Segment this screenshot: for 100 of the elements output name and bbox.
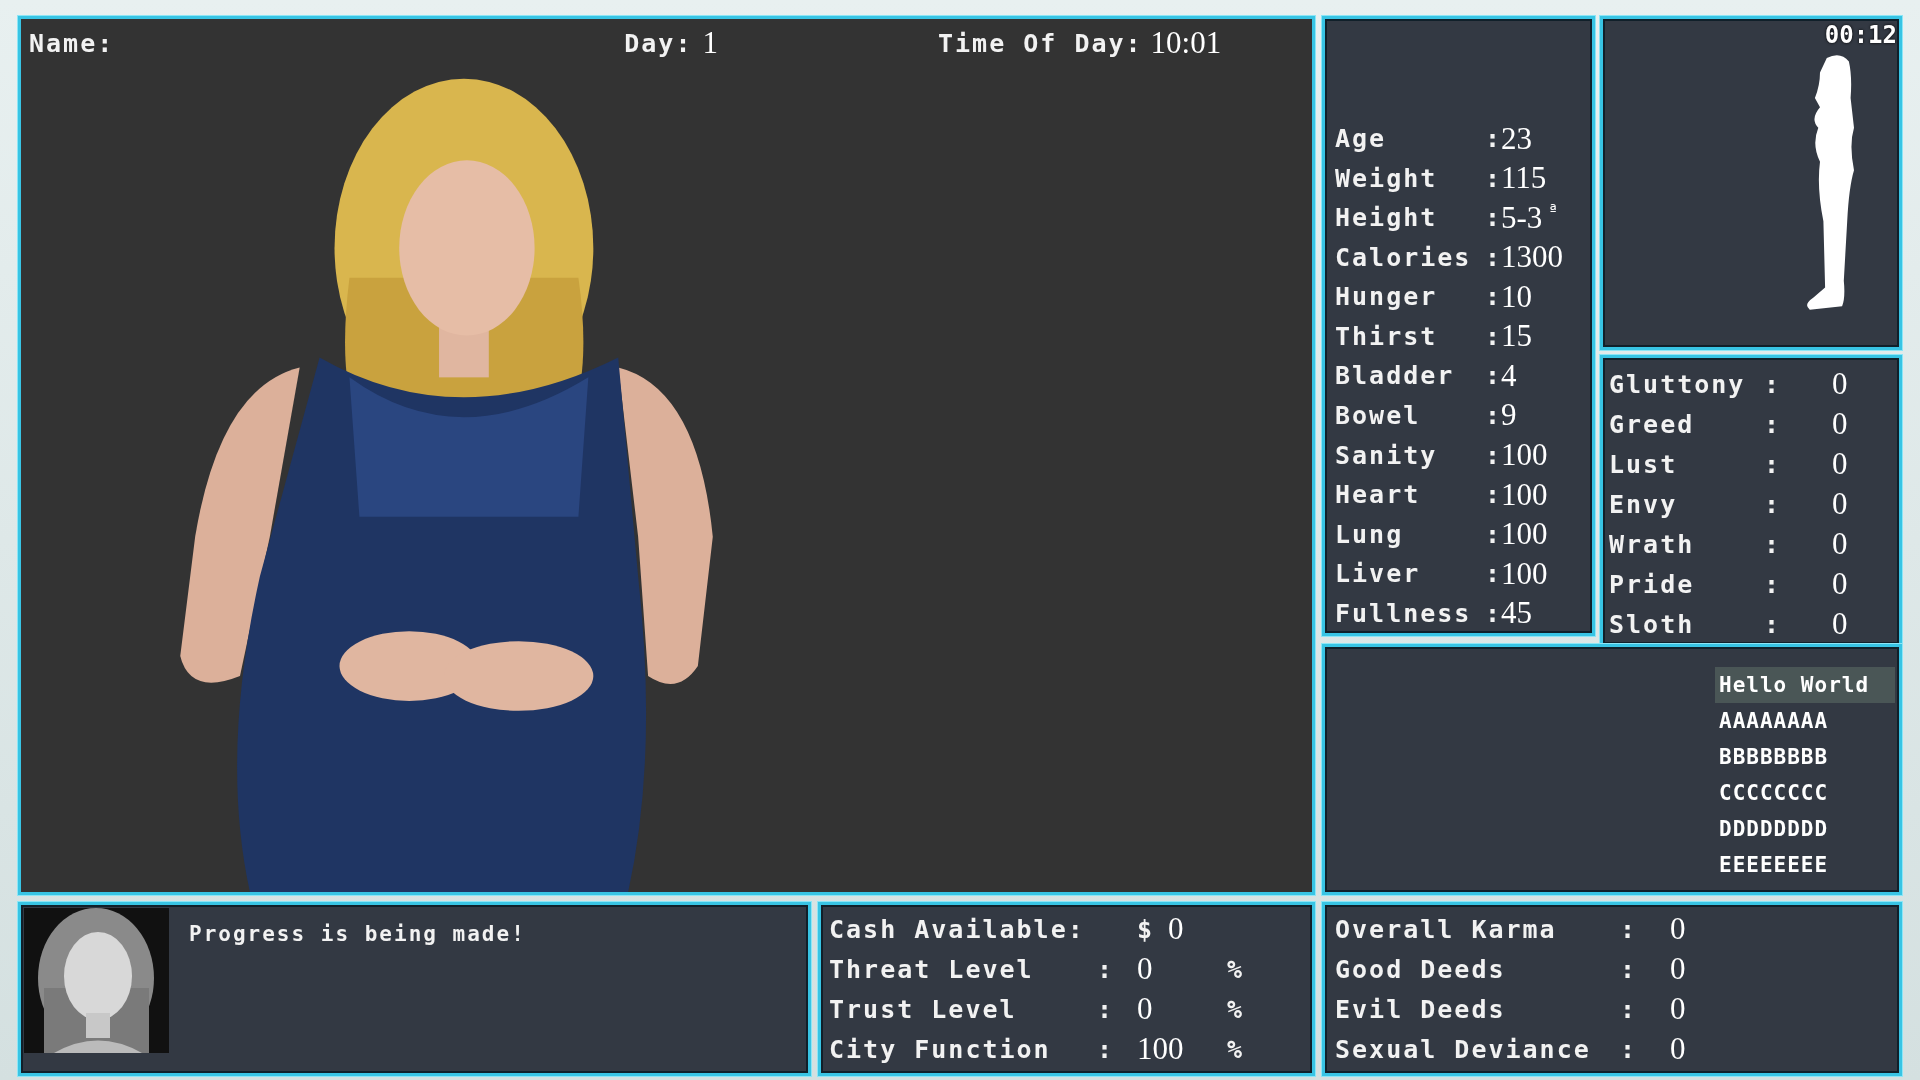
karma-separator: : (1620, 914, 1639, 944)
stat-value: 100 (1501, 437, 1548, 473)
city-label: Cash Available: (829, 914, 1086, 944)
sin-value: 0 (1832, 486, 1848, 522)
stat-value: 9 (1501, 397, 1517, 434)
stat-label: Weight (1335, 163, 1439, 193)
karma-value: 0 (1670, 911, 1687, 947)
stat-label: Bladder (1335, 361, 1456, 391)
karma-label: Good Deeds (1335, 954, 1507, 984)
list-item[interactable]: CCCCCCCC (1715, 775, 1895, 811)
sin-label: Envy (1609, 489, 1679, 519)
stat-value: 10 (1501, 278, 1532, 315)
name-label: Name: (29, 28, 115, 58)
stat-separator: : (1485, 282, 1501, 312)
city-separator: : (1097, 1034, 1116, 1064)
stat-value: 5-3 (1501, 199, 1543, 236)
city-value: 0 (1168, 911, 1184, 947)
stat-label: Thirst (1335, 321, 1439, 351)
list-item[interactable]: Hello World (1715, 667, 1895, 703)
stat-separator: : (1485, 598, 1501, 628)
stat-separator: : (1485, 401, 1501, 430)
sin-separator: : (1764, 449, 1781, 479)
day-label: Day: (624, 28, 693, 58)
clock-text: 00:12 (1824, 21, 1897, 49)
stat-label: Calories (1335, 242, 1473, 272)
sin-value: 0 (1832, 606, 1848, 642)
stat-label: Hunger (1335, 282, 1439, 312)
sin-value: 0 (1832, 526, 1848, 562)
stat-value: 45 (1501, 595, 1532, 632)
city-label: Trust Level (829, 994, 1018, 1024)
stat-label: Fullness (1335, 598, 1473, 628)
stat-value: 100 (1501, 476, 1548, 513)
stat-separator: : (1485, 440, 1501, 470)
stat-value: 4 (1501, 357, 1517, 394)
stat-separator: : (1485, 203, 1501, 233)
day-value: 1 (702, 25, 718, 61)
list-item[interactable]: BBBBBBBB (1715, 739, 1895, 775)
percent-sign: % (1227, 1034, 1246, 1064)
time-label: Time Of Day: (938, 28, 1143, 58)
city-label: City Function (829, 1034, 1052, 1064)
sin-value: 0 (1832, 566, 1848, 602)
stat-value: 1300 (1501, 239, 1563, 276)
sin-label: Lust (1609, 449, 1679, 479)
karma-label: Sexual Deviance (1335, 1034, 1592, 1064)
sin-separator: : (1764, 529, 1781, 559)
percent-sign: % (1227, 954, 1246, 984)
sin-value: 0 (1832, 406, 1848, 442)
sin-separator: : (1764, 609, 1781, 639)
stat-separator: : (1485, 519, 1501, 549)
message-text: Progress is being made! (189, 922, 526, 946)
stat-value: 15 (1501, 318, 1532, 355)
city-value: 100 (1137, 1031, 1184, 1067)
city-separator: : (1097, 994, 1116, 1024)
list-item[interactable]: DDDDDDDD (1715, 811, 1895, 847)
sin-label: Greed (1609, 409, 1696, 439)
sin-separator: : (1764, 409, 1781, 439)
stat-label: Sanity (1335, 440, 1439, 470)
sin-label: Gluttony (1609, 369, 1747, 399)
stat-value: 100 (1501, 516, 1548, 553)
currency-sign: $ (1137, 914, 1155, 944)
karma-value: 0 (1670, 991, 1687, 1027)
stat-label: Height (1335, 203, 1439, 233)
stat-separator: : (1485, 163, 1501, 193)
sin-separator: : (1764, 569, 1781, 599)
stat-label: Lung (1335, 519, 1405, 549)
stat-separator: : (1485, 361, 1501, 391)
stat-separator: : (1485, 124, 1501, 154)
karma-separator: : (1620, 994, 1639, 1024)
stat-separator: : (1485, 559, 1501, 589)
stat-value: 23 (1501, 120, 1532, 157)
sin-separator: : (1764, 369, 1781, 399)
list-item[interactable]: AAAAAAAA (1715, 703, 1895, 739)
karma-label: Overall Karma (1335, 914, 1558, 944)
stat-unit: ª (1548, 200, 1558, 220)
city-separator: : (1097, 954, 1116, 984)
sin-separator: : (1764, 489, 1781, 519)
city-value: 0 (1137, 951, 1153, 987)
stat-label: Heart (1335, 480, 1422, 510)
city-label: Threat Level (829, 954, 1035, 984)
sin-value: 0 (1832, 366, 1848, 402)
karma-separator: : (1620, 1034, 1639, 1064)
stat-separator: : (1485, 242, 1501, 272)
stat-label: Bowel (1335, 401, 1422, 430)
sin-value: 0 (1832, 446, 1848, 482)
karma-value: 0 (1670, 1031, 1687, 1067)
karma-separator: : (1620, 954, 1639, 984)
karma-label: Evil Deeds (1335, 994, 1507, 1024)
list-item[interactable]: EEEEEEEE (1715, 847, 1895, 883)
city-value: 0 (1137, 991, 1153, 1027)
stat-label: Liver (1335, 559, 1422, 589)
sin-label: Wrath (1609, 529, 1696, 559)
time-value: 10:01 (1150, 25, 1222, 61)
sin-label: Pride (1609, 569, 1696, 599)
sin-label: Sloth (1609, 609, 1696, 639)
karma-value: 0 (1670, 951, 1687, 987)
stat-label: Age (1335, 124, 1388, 154)
percent-sign: % (1227, 994, 1246, 1024)
stat-separator: : (1485, 321, 1501, 351)
stat-value: 115 (1501, 160, 1547, 197)
stat-value: 100 (1501, 555, 1548, 592)
